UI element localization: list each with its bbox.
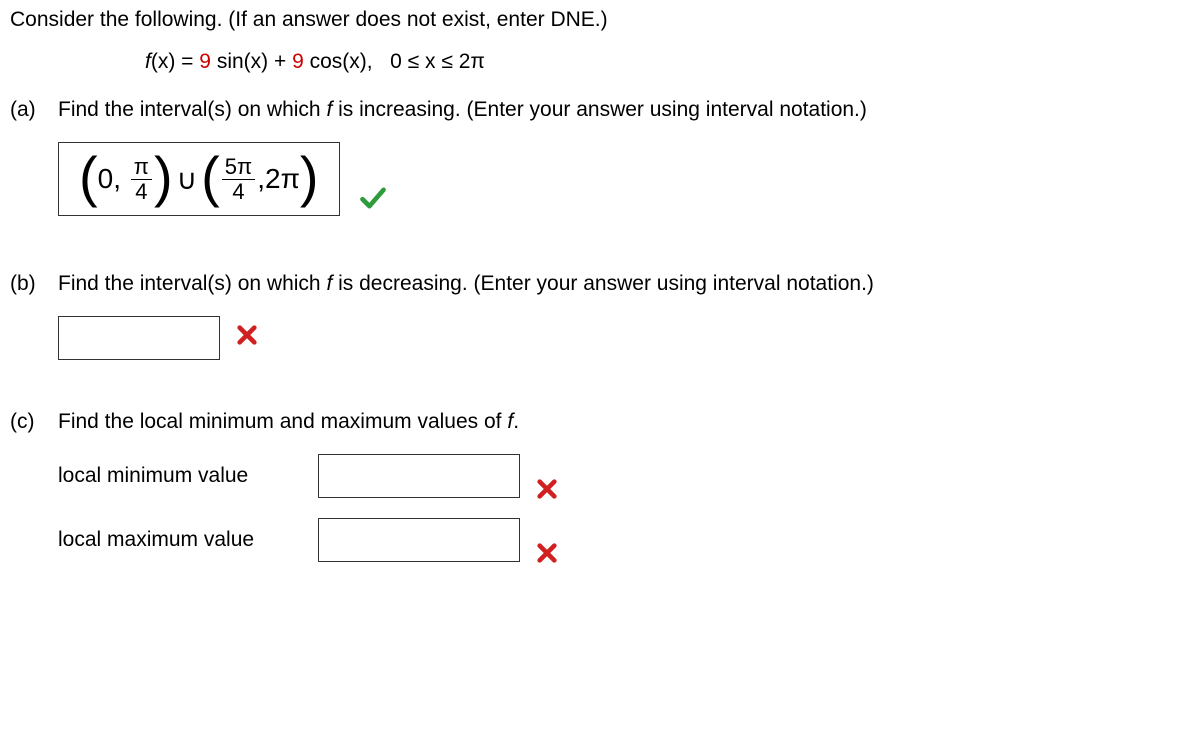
part-b-label: (b) <box>10 272 46 296</box>
check-icon <box>359 184 387 218</box>
local-max-answer-box[interactable] <box>318 518 520 562</box>
local-min-label: local minimum value <box>58 464 288 488</box>
local-max-label: local maximum value <box>58 528 288 552</box>
part-c-prompt: Find the local minimum and maximum value… <box>58 410 1190 434</box>
part-a-prompt: Find the interval(s) on which f is incre… <box>58 98 1190 122</box>
part-a-label: (a) <box>10 98 46 122</box>
part-b-prompt: Find the interval(s) on which f is decre… <box>58 272 1190 296</box>
cross-icon <box>536 542 558 570</box>
local-max-row: local maximum value <box>58 518 1190 562</box>
part-b-answer-box[interactable] <box>58 316 220 360</box>
local-min-row: local minimum value <box>58 454 1190 498</box>
part-c-label: (c) <box>10 410 46 434</box>
part-c: (c) Find the local minimum and maximum v… <box>10 410 1190 582</box>
intro-text: Consider the following. (If an answer do… <box>10 8 1190 32</box>
part-b: (b) Find the interval(s) on which f is d… <box>10 272 1190 360</box>
cross-icon <box>536 478 558 506</box>
cross-icon <box>236 324 258 352</box>
part-a: (a) Find the interval(s) on which f is i… <box>10 98 1190 222</box>
part-a-answer-box[interactable]: ( 0, π4 ) ∪ ( 5π4 ,2π ) <box>58 142 340 216</box>
local-min-answer-box[interactable] <box>318 454 520 498</box>
function-equation: f(x) = 9 sin(x) + 9 cos(x), 0 ≤ x ≤ 2π <box>145 50 1190 74</box>
